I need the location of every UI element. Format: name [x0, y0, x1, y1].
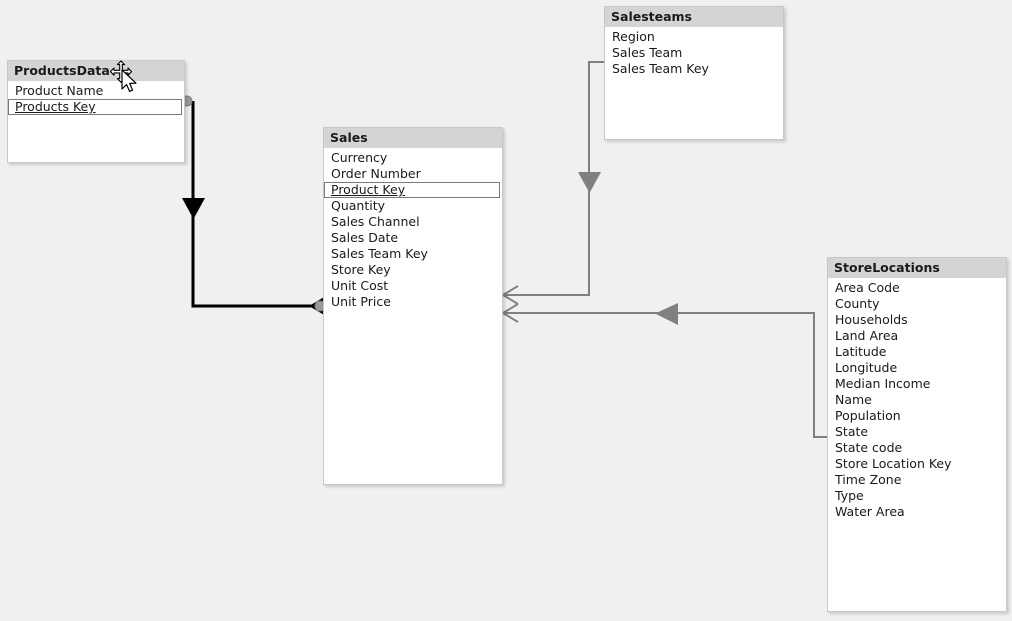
field-row[interactable]: Sales Team — [605, 45, 783, 61]
field-label: Time Zone — [835, 472, 902, 487]
table-header-storelocations[interactable]: StoreLocations — [828, 258, 1006, 278]
field-row[interactable]: Households — [828, 312, 1006, 328]
field-label: State code — [835, 440, 903, 455]
filter-direction-arrow-down-productsdata — [182, 198, 205, 219]
field-label: Quantity — [331, 198, 386, 213]
field-label: Sales Date — [331, 230, 399, 245]
field-label: Unit Price — [331, 294, 391, 309]
table-card-productsdata[interactable]: ProductsData Product Name Products Key — [7, 60, 185, 163]
field-label: Name — [835, 392, 872, 407]
field-label: Type — [835, 488, 864, 503]
field-label: County — [835, 296, 880, 311]
table-header-sales[interactable]: Sales — [324, 128, 502, 148]
field-row[interactable]: Unit Price — [324, 294, 502, 310]
field-row[interactable]: Population — [828, 408, 1006, 424]
field-list-sales: Currency Order Number Product Key Quantity S… — [324, 148, 502, 310]
field-label: Sales Channel — [331, 214, 420, 229]
field-row[interactable]: Longitude — [828, 360, 1006, 376]
field-label: Households — [835, 312, 908, 327]
field-row[interactable]: Region — [605, 29, 783, 45]
field-label: Sales Team Key — [331, 246, 428, 261]
field-label: Longitude — [835, 360, 898, 375]
field-row[interactable]: Products Key — [8, 99, 182, 115]
field-row[interactable]: State — [828, 424, 1006, 440]
field-label: Product Key — [331, 182, 406, 197]
relationship-line-salesteams-sales — [503, 61, 604, 296]
field-label: Area Code — [835, 280, 900, 295]
field-row[interactable]: Sales Team Key — [605, 61, 783, 77]
field-row[interactable]: Sales Team Key — [324, 246, 502, 262]
field-row[interactable]: Sales Channel — [324, 214, 502, 230]
field-label: Order Number — [331, 166, 421, 181]
field-row[interactable]: Area Code — [828, 280, 1006, 296]
relationship-line-storelocations-sales — [503, 312, 827, 438]
field-row[interactable]: Currency — [324, 150, 502, 166]
field-row[interactable]: State code — [828, 440, 1006, 456]
field-label: Unit Cost — [331, 278, 389, 293]
field-row[interactable]: Product Name — [8, 83, 184, 99]
model-diagram-canvas[interactable]: ProductsData Product Name Products Key Sale… — [0, 0, 1012, 621]
field-row[interactable]: Median Income — [828, 376, 1006, 392]
table-card-storelocations[interactable]: StoreLocations Area Code County Households L… — [827, 257, 1007, 612]
field-list-productsdata: Product Name Products Key — [8, 81, 184, 115]
field-row[interactable]: Name — [828, 392, 1006, 408]
field-label: Currency — [331, 150, 388, 165]
crowsfoot-many-sales-storelocations — [501, 303, 519, 323]
filter-direction-arrow-down-salesteams — [578, 172, 601, 193]
field-row[interactable]: Time Zone — [828, 472, 1006, 488]
field-label: Median Income — [835, 376, 931, 391]
relationship-salesteams-sales[interactable] — [501, 61, 604, 305]
field-row[interactable]: Order Number — [324, 166, 502, 182]
field-row[interactable]: Store Key — [324, 262, 502, 278]
field-row[interactable]: Water Area — [828, 504, 1006, 520]
field-list-salesteams: Region Sales Team Sales Team Key — [605, 27, 783, 77]
relationship-storelocations-sales[interactable] — [501, 303, 827, 438]
field-label: Water Area — [835, 504, 905, 519]
field-row[interactable]: Quantity — [324, 198, 502, 214]
table-card-sales[interactable]: Sales Currency Order Number Product Key Quan… — [323, 127, 503, 485]
field-row[interactable]: Sales Date — [324, 230, 502, 246]
field-label: Store Location Key — [835, 456, 952, 471]
field-label: State — [835, 424, 869, 439]
field-label: Product Name — [15, 83, 104, 98]
field-label: Sales Team Key — [612, 61, 709, 76]
field-row[interactable]: Latitude — [828, 344, 1006, 360]
filter-direction-arrow-left-storelocations — [655, 303, 678, 325]
field-label: Latitude — [835, 344, 887, 359]
relationship-productsdata-sales[interactable] — [181, 95, 328, 317]
field-label: Sales Team — [612, 45, 683, 60]
field-label: Population — [835, 408, 901, 423]
field-label: Products Key — [15, 99, 96, 114]
table-header-productsdata[interactable]: ProductsData — [8, 61, 184, 81]
field-row[interactable]: Product Key — [324, 182, 500, 198]
field-row[interactable]: Unit Cost — [324, 278, 502, 294]
field-row[interactable]: Type — [828, 488, 1006, 504]
crowsfoot-many-sales-salesteams — [501, 285, 519, 305]
field-label: Region — [612, 29, 655, 44]
table-card-salesteams[interactable]: Salesteams Region Sales Team Sales Team Key — [604, 6, 784, 140]
field-row[interactable]: County — [828, 296, 1006, 312]
field-row[interactable]: Land Area — [828, 328, 1006, 344]
table-header-salesteams[interactable]: Salesteams — [605, 7, 783, 27]
field-row[interactable]: Store Location Key — [828, 456, 1006, 472]
relationship-line-productsdata-sales — [191, 101, 312, 308]
field-list-storelocations: Area Code County Households Land Area Latitu… — [828, 278, 1006, 520]
field-label: Land Area — [835, 328, 899, 343]
field-label: Store Key — [331, 262, 391, 277]
